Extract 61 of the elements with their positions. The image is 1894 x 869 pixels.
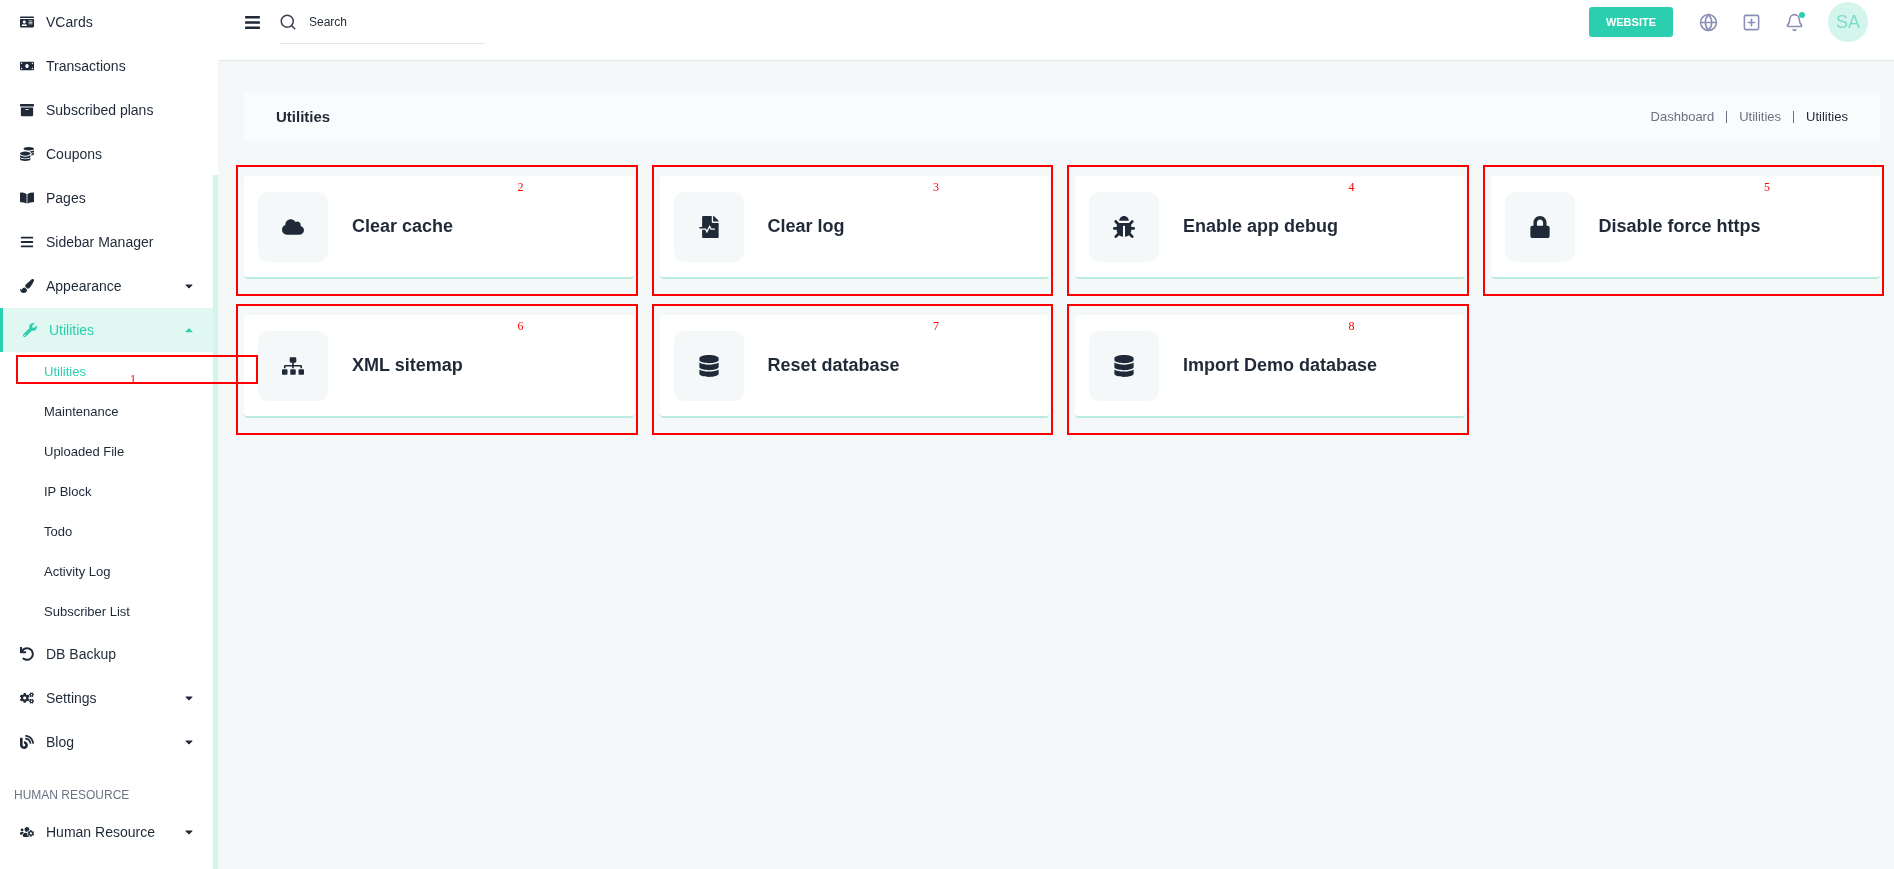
submenu-item[interactable]: Uploaded File	[44, 442, 125, 462]
sidebar-item[interactable]: Coupons	[0, 132, 213, 176]
annotation-number: 3	[933, 179, 939, 196]
annotation-number: 2	[517, 179, 524, 196]
breadcrumb-link[interactable]: Dashboard	[1650, 107, 1715, 127]
sitemap-icon	[282, 354, 304, 377]
menu-icon[interactable]	[244, 13, 261, 31]
sidebar-item[interactable]: Blog	[0, 720, 213, 764]
sidebar-item[interactable]: Pages	[0, 176, 213, 220]
annotation-number: 8	[1348, 318, 1355, 335]
list-icon	[20, 235, 34, 249]
blog-icon	[20, 735, 34, 749]
card-label: XML sitemap	[352, 354, 463, 377]
globe-icon[interactable]	[1699, 12, 1718, 32]
card-label: Disable force https	[1598, 215, 1761, 238]
submenu-item[interactable]: Activity Log	[44, 562, 111, 582]
lock-icon	[1528, 215, 1551, 238]
sidebar-item[interactable]: DB Backup	[0, 632, 213, 676]
banknote-icon	[20, 59, 34, 73]
card-label: Import Demo database	[1183, 354, 1378, 377]
annotation-number: 5	[1764, 179, 1770, 196]
sidebar-item[interactable]: Sidebar Manager	[0, 220, 213, 264]
card-label: Enable app debug	[1183, 215, 1338, 238]
scrollbar[interactable]	[213, 175, 218, 869]
gears-icon	[20, 691, 34, 705]
search-field[interactable]: Search	[309, 12, 459, 31]
breadcrumb-link[interactable]: Utilities	[1739, 107, 1782, 127]
annotation-number: 7	[933, 318, 939, 335]
submenu-item[interactable]: Subscriber List	[44, 602, 130, 622]
breadcrumb-link[interactable]: Utilities	[1806, 107, 1848, 127]
notification-icon[interactable]	[1785, 12, 1804, 32]
undo-icon	[20, 647, 34, 661]
card-label: Clear log	[767, 215, 845, 238]
sidebar-item[interactable]: Settings	[0, 676, 213, 720]
brush-icon	[20, 279, 34, 293]
bug-icon	[1113, 215, 1135, 238]
submenu-item[interactable]: IP Block	[44, 482, 92, 502]
sidebar-item[interactable]: VCards	[0, 0, 213, 44]
file-icon	[697, 215, 720, 238]
submenu-item[interactable]: Todo	[44, 522, 73, 542]
sidebar-item[interactable]: Appearance	[0, 264, 213, 308]
database-icon	[1113, 354, 1135, 377]
search-icon	[279, 12, 297, 31]
archive-icon	[20, 103, 34, 117]
card-label: Reset database	[767, 354, 900, 377]
page-title: Utilities	[276, 106, 331, 127]
sidebar-item[interactable]: Human Resource	[0, 810, 213, 854]
add-icon[interactable]	[1742, 12, 1761, 32]
book-icon	[20, 191, 34, 205]
submenu-item[interactable]: Maintenance	[44, 402, 119, 422]
coins-icon	[20, 147, 34, 161]
sidebar-item[interactable]: Subscribed plans	[0, 88, 213, 132]
database-icon	[697, 354, 720, 377]
annotation-number: 4	[1348, 179, 1355, 196]
section-heading: HUMAN RESOURCE	[14, 787, 130, 804]
users-icon	[20, 825, 34, 839]
card-label: Clear cache	[352, 215, 454, 238]
sidebar-item[interactable]: Transactions	[0, 44, 213, 88]
wrench-icon	[23, 323, 37, 337]
id-card-icon	[20, 15, 34, 29]
annotation-number: 6	[517, 318, 524, 335]
